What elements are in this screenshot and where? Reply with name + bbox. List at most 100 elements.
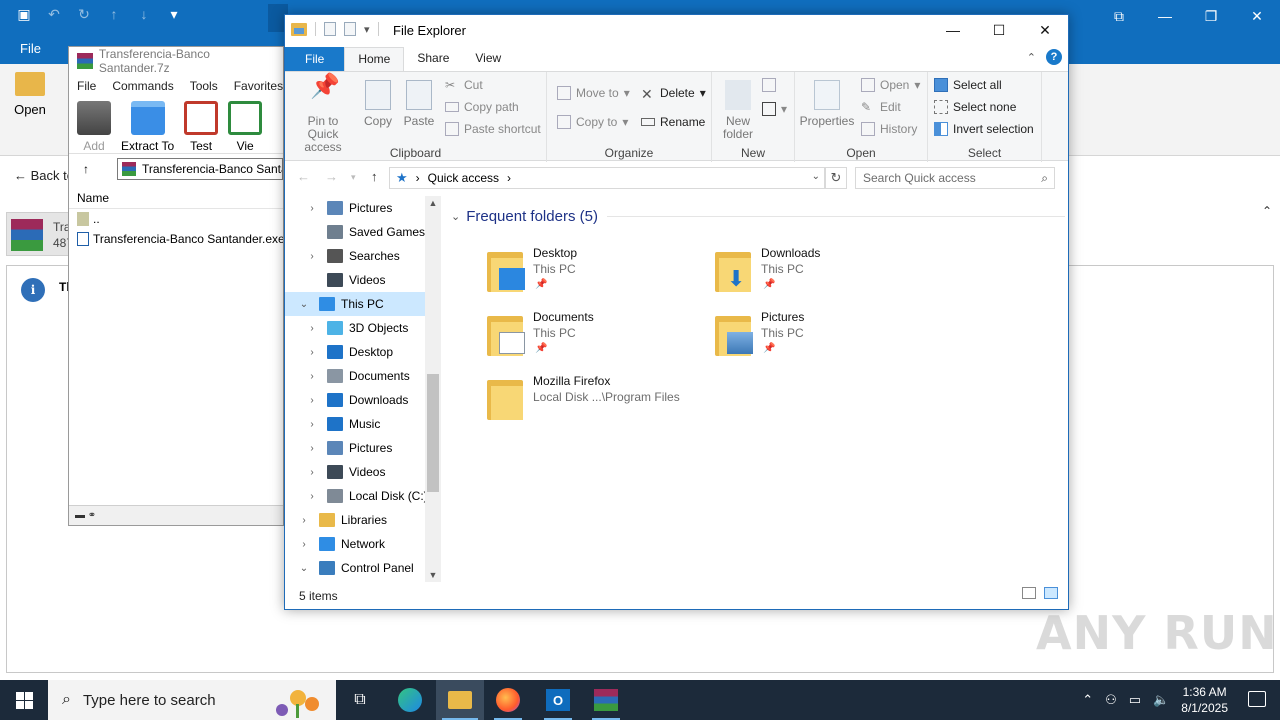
nav-item[interactable]: › Videos — [285, 460, 441, 484]
customize-icon[interactable]: ▾ — [166, 6, 182, 23]
column-header-name[interactable]: Name — [69, 187, 283, 209]
pin-to-quick-access-button[interactable]: 📌 Pin to Quick access — [291, 75, 355, 154]
copy-path-button[interactable]: Copy path — [445, 100, 519, 114]
history-button[interactable]: History — [861, 122, 917, 136]
open-button[interactable]: Open ▾ — [861, 78, 920, 92]
frequent-folders-header[interactable]: ⌄ Frequent folders (5) — [451, 208, 598, 225]
navigation-scrollbar[interactable]: ▲ ▼ — [425, 196, 441, 582]
nav-item[interactable]: › Pictures — [285, 436, 441, 460]
delete-button[interactable]: ✕ Delete ▾ — [641, 86, 706, 102]
select-none-button[interactable]: Select none — [934, 100, 1016, 114]
nav-item[interactable]: › Music — [285, 412, 441, 436]
menu-tools[interactable]: Tools — [190, 79, 218, 93]
folder-tile[interactable]: Desktop This PC 📌 — [487, 246, 707, 306]
folder-tile[interactable]: ⬇ Downloads This PC 📌 — [715, 246, 935, 306]
chevron-right-icon[interactable]: › — [305, 323, 319, 334]
forward-arrow-icon[interactable]: → — [325, 169, 338, 184]
large-icons-view-icon[interactable] — [1044, 587, 1058, 599]
up-icon[interactable]: ↑ — [106, 6, 122, 23]
nav-item[interactable]: › Documents — [285, 364, 441, 388]
chevron-right-icon[interactable]: › — [297, 539, 311, 550]
network-icon[interactable]: ▭ — [1129, 692, 1141, 708]
up-arrow-icon[interactable]: ↑ — [371, 169, 378, 184]
chevron-right-icon[interactable]: › — [305, 419, 319, 430]
select-all-button[interactable]: Select all — [934, 78, 1002, 92]
chevron-right-icon[interactable]: › — [305, 467, 319, 478]
help-icon[interactable]: ? — [1046, 49, 1062, 65]
breadcrumb[interactable]: Quick access — [428, 171, 499, 185]
copy-to-button[interactable]: Copy to ▾ — [557, 115, 628, 129]
collapse-ribbon-icon[interactable]: ⌃ — [1262, 204, 1272, 218]
search-input[interactable]: Search Quick access ⌕ — [855, 167, 1055, 189]
chevron-right-icon[interactable]: › — [305, 443, 319, 454]
invert-selection-button[interactable]: Invert selection — [934, 122, 1034, 136]
move-to-button[interactable]: Move to ▾ — [557, 86, 630, 100]
attachment-chip[interactable]: Tra 487 — [6, 212, 73, 256]
scroll-down-icon[interactable]: ▼ — [425, 570, 441, 580]
extract-to-button[interactable]: Extract To — [121, 101, 174, 153]
collapse-ribbon-icon[interactable]: ⌃ — [1027, 51, 1036, 64]
restore-button[interactable]: ❐ — [1188, 0, 1234, 32]
file-explorer-taskbar-button[interactable] — [436, 680, 484, 720]
ribbon-display-icon[interactable]: ⧉ — [1096, 0, 1142, 32]
view-button[interactable]: Vie — [228, 101, 263, 153]
paste-button[interactable]: Paste — [401, 80, 437, 128]
chevron-down-icon[interactable]: ⌄ — [297, 299, 311, 310]
nav-item[interactable]: › Libraries — [285, 508, 441, 532]
close-button[interactable]: ✕ — [1234, 0, 1280, 32]
add-button[interactable]: Add — [77, 101, 111, 153]
winrar-button[interactable] — [582, 680, 630, 720]
scroll-up-icon[interactable]: ▲ — [425, 198, 441, 208]
folder-tile[interactable]: Documents This PC 📌 — [487, 310, 707, 370]
tab-share[interactable]: Share — [404, 47, 462, 71]
close-button[interactable]: ✕ — [1022, 15, 1068, 45]
up-arrow-icon[interactable]: ↑ — [83, 162, 105, 176]
refresh-button[interactable]: ↻ — [825, 167, 847, 189]
address-dropdown-icon[interactable]: ⌄ — [812, 171, 820, 182]
recent-locations-icon[interactable]: ▾ — [351, 172, 356, 183]
tab-view[interactable]: View — [462, 47, 514, 71]
chevron-down-icon[interactable]: ⌄ — [297, 563, 311, 574]
edge-button[interactable] — [386, 680, 434, 720]
chevron-right-icon[interactable]: › — [305, 251, 319, 262]
nav-item[interactable]: › Local Disk (C:) — [285, 484, 441, 508]
customize-icon[interactable]: ▾ — [364, 23, 370, 36]
new-item-button[interactable] — [762, 78, 776, 92]
menu-file[interactable]: File — [77, 79, 96, 93]
nav-item[interactable]: ⌄ Control Panel — [285, 556, 441, 580]
properties-button[interactable]: Properties — [799, 80, 855, 128]
save-icon[interactable]: ▣ — [16, 6, 32, 23]
edit-button[interactable]: ✎ Edit — [861, 100, 901, 114]
redo-icon[interactable]: ↻ — [76, 6, 92, 23]
start-button[interactable] — [0, 680, 48, 720]
maximize-button[interactable]: ☐ — [976, 15, 1022, 45]
tab-home[interactable]: Home — [344, 47, 405, 71]
chevron-right-icon[interactable]: › — [305, 347, 319, 358]
chevron-right-icon[interactable]: › — [305, 371, 319, 382]
firefox-button[interactable] — [484, 680, 532, 720]
nav-item[interactable]: › Network — [285, 532, 441, 556]
clock[interactable]: 1:36 AM 8/1/2025 — [1181, 684, 1228, 716]
menu-favorites[interactable]: Favorites — [234, 79, 283, 93]
task-view-button[interactable]: ⧉ — [336, 680, 384, 720]
menu-commands[interactable]: Commands — [112, 79, 173, 93]
taskbar-search-box[interactable]: ⌕ Type here to search — [48, 680, 336, 720]
volume-icon[interactable]: 🔈 — [1153, 692, 1169, 708]
new-folder-icon[interactable] — [344, 22, 356, 36]
cut-button[interactable]: ✂ Cut — [445, 78, 483, 92]
address-input[interactable]: ★ › Quick access › ⌄ — [389, 167, 825, 189]
folder-tile[interactable]: Mozilla Firefox Local Disk ...\Program Fi… — [487, 374, 707, 434]
test-button[interactable]: Test — [184, 101, 219, 153]
chevron-right-icon[interactable]: › — [305, 395, 319, 406]
rename-button[interactable]: Rename — [641, 115, 705, 129]
new-folder-button[interactable]: New folder — [718, 80, 758, 141]
nav-item[interactable]: › Downloads — [285, 388, 441, 412]
nav-item[interactable]: Videos — [285, 268, 441, 292]
nav-item[interactable]: › Desktop — [285, 340, 441, 364]
nav-item[interactable]: › Searches — [285, 244, 441, 268]
outlook-file-tab[interactable]: File — [20, 41, 41, 56]
properties-icon[interactable] — [324, 22, 336, 36]
outlook-button[interactable]: O — [534, 680, 582, 720]
list-item[interactable]: .. — [69, 209, 283, 229]
details-view-icon[interactable] — [1022, 587, 1036, 599]
